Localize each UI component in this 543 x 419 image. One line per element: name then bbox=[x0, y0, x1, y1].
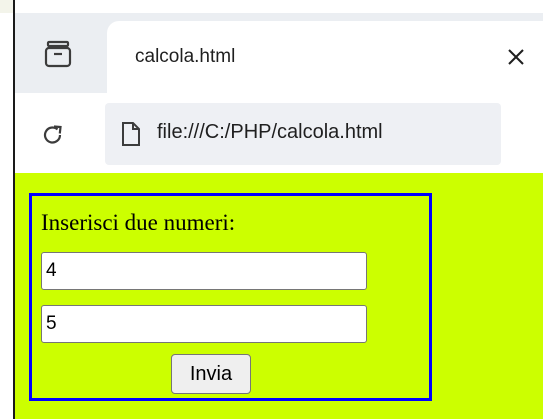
browser-window: calcola.html file:///C:/PHP/calcola.html… bbox=[13, 0, 543, 419]
second-number-input[interactable]: 5 bbox=[41, 305, 367, 343]
first-number-input[interactable]: 4 bbox=[41, 252, 367, 290]
toolbar: file:///C:/PHP/calcola.html bbox=[15, 93, 543, 173]
tab-search-icon[interactable] bbox=[43, 39, 73, 69]
address-bar[interactable]: file:///C:/PHP/calcola.html bbox=[105, 103, 501, 165]
reload-icon[interactable] bbox=[41, 123, 65, 147]
form-prompt: Inserisci due numeri: bbox=[41, 210, 236, 235]
tab-title: calcola.html bbox=[135, 46, 236, 67]
calc-form: Inserisci due numeri: 4 5 Invia bbox=[29, 193, 432, 401]
page-icon bbox=[121, 121, 141, 147]
submit-button[interactable]: Invia bbox=[171, 354, 251, 394]
url-text: file:///C:/PHP/calcola.html bbox=[157, 121, 383, 143]
page-content: Inserisci due numeri: 4 5 Invia bbox=[15, 173, 543, 419]
tab-strip: calcola.html bbox=[15, 13, 543, 101]
close-icon[interactable] bbox=[505, 46, 527, 68]
tab-active[interactable]: calcola.html bbox=[107, 21, 543, 101]
